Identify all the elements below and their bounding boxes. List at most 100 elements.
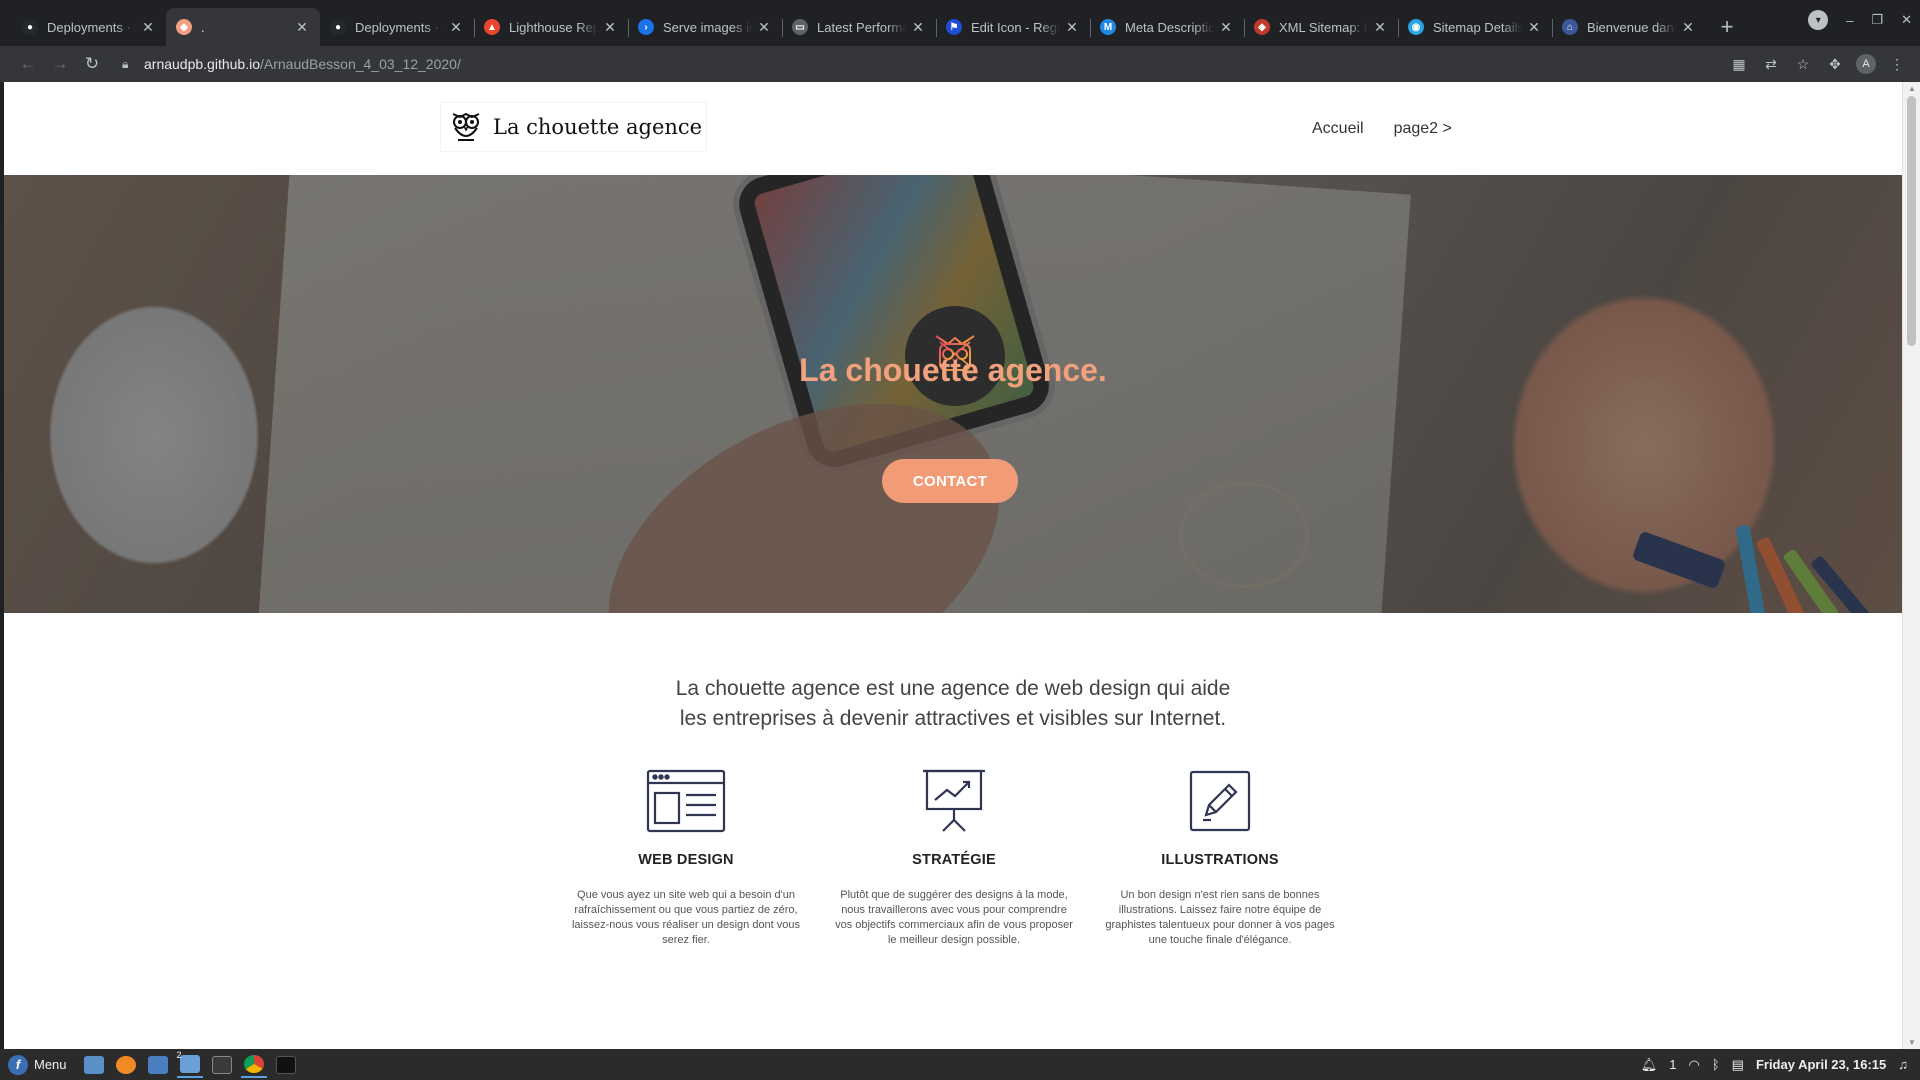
bookmark-star-icon[interactable]: ☆	[1792, 53, 1814, 75]
contact-button[interactable]: CONTACT	[882, 459, 1018, 503]
pencil-edit-icon	[1100, 768, 1340, 834]
qr-code-icon[interactable]: ▦	[1728, 53, 1750, 75]
chrome-launcher-icon[interactable]	[240, 1052, 267, 1078]
audio-icon[interactable]: ♫	[1898, 1057, 1908, 1072]
lighthouse-icon: ▲	[484, 19, 500, 35]
bluetooth-icon[interactable]: ᛒ	[1712, 1057, 1720, 1072]
close-tab-icon[interactable]: ✕	[756, 19, 772, 36]
show-desktop-icon[interactable]	[81, 1052, 107, 1078]
close-tab-icon[interactable]: ✕	[602, 19, 618, 36]
browser-menu-icon[interactable]: ⋮	[1886, 53, 1908, 75]
service-web-design: WEB DESIGN Que vous ayez un site web qui…	[566, 768, 806, 948]
m-icon: M	[1100, 19, 1116, 35]
browser-tab[interactable]: › Serve images in ✕	[628, 8, 782, 46]
profile-avatar[interactable]: A	[1856, 54, 1876, 74]
page-scrollbar[interactable]: ▲ ▼	[1902, 82, 1920, 1049]
browser-tab[interactable]: ● Deployments · A ✕	[12, 8, 166, 46]
tab-title: Lighthouse Rep	[509, 19, 598, 35]
new-tab-button[interactable]: +	[1710, 8, 1744, 46]
globe-icon: ◉	[1408, 19, 1424, 35]
tab-title: .	[201, 19, 205, 35]
browser-tab[interactable]: ▲ Lighthouse Rep ✕	[474, 8, 628, 46]
tab-title: Deployments · A	[47, 19, 136, 35]
logo-text: La chouette agence	[493, 115, 703, 139]
notification-count: 1	[1669, 1057, 1677, 1072]
browser-toolbar: ← → ↻ 🔒︎ arnaudpb.github.io/ArnaudBesson…	[0, 46, 1920, 82]
service-title: STRATÉGIE	[912, 852, 996, 868]
page-viewport: La chouette agence Accueil page2 > La ch…	[4, 82, 1902, 1049]
wifi-icon[interactable]: ◠	[1688, 1057, 1699, 1073]
lock-icon[interactable]: 🔒︎	[122, 57, 136, 72]
close-tab-icon[interactable]: ✕	[1372, 19, 1388, 36]
system-tray: 🔔︎ 1 ◠ ᛒ ▤ Friday April 23, 16:15 ♫	[1641, 1049, 1908, 1080]
clock[interactable]: Friday April 23, 16:15	[1756, 1057, 1886, 1072]
github-icon: ●	[22, 19, 38, 35]
browser-tab[interactable]: M Meta Descriptio ✕	[1090, 8, 1244, 46]
firefox-launcher-icon[interactable]	[113, 1052, 139, 1078]
tab-title: Latest Performa	[817, 19, 906, 35]
close-tab-icon[interactable]: ✕	[1526, 19, 1542, 36]
terminal-launcher-icon[interactable]	[209, 1052, 235, 1078]
close-tab-icon[interactable]: ✕	[140, 19, 156, 36]
os-taskbar: f Menu 2 🔔︎ 1 ◠ ᛒ ▤ Friday April 23, 16:…	[0, 1049, 1920, 1080]
browser-tab[interactable]: ◉ Sitemap Details ✕	[1398, 8, 1552, 46]
house-icon: ⌂	[1562, 19, 1578, 35]
tab-title: Bienvenue dans	[1587, 19, 1676, 35]
forward-button[interactable]: →	[44, 50, 76, 78]
browser-tab[interactable]: ◆. ✕	[166, 8, 320, 46]
intro-line-1: La chouette agence est une agence de web…	[675, 677, 1231, 700]
hero-banner: La chouette agence. CONTACT	[4, 175, 1902, 613]
close-tab-icon[interactable]: ✕	[448, 19, 464, 36]
nav-link-page2[interactable]: page2 >	[1394, 120, 1452, 138]
terminal-window-icon[interactable]	[273, 1052, 299, 1078]
mail-launcher-icon[interactable]	[145, 1052, 171, 1078]
service-description: Plutôt que de suggérer des designs à la …	[835, 889, 1073, 946]
webdev-icon: ›	[638, 19, 654, 35]
window-controls: ▾ – ❐ ✕	[1808, 10, 1912, 30]
service-description: Un bon design n'est rien sans de bonnes …	[1105, 889, 1335, 946]
close-tab-icon[interactable]: ✕	[294, 19, 310, 36]
translate-icon[interactable]: ⇄	[1760, 53, 1782, 75]
address-bar[interactable]: 🔒︎ arnaudpb.github.io/ArnaudBesson_4_03_…	[116, 50, 1728, 78]
site-logo[interactable]: La chouette agence	[440, 102, 708, 152]
scrollbar-thumb[interactable]	[1907, 96, 1916, 346]
close-tab-icon[interactable]: ✕	[1218, 19, 1234, 36]
url-host: arnaudpb.github.io	[144, 56, 260, 72]
scroll-up-arrow-icon[interactable]: ▲	[1908, 84, 1916, 93]
tab-search-icon[interactable]: ▾	[1808, 10, 1829, 30]
github-icon: ●	[330, 19, 346, 35]
browser-tab[interactable]: ● Deployments · A ✕	[320, 8, 474, 46]
back-button[interactable]: ←	[12, 50, 44, 78]
presentation-chart-icon	[834, 768, 1074, 834]
reload-button[interactable]: ↻	[76, 50, 108, 78]
hero-title: La chouette agence.	[799, 352, 1107, 388]
owl-favicon-icon: ◆	[176, 19, 192, 35]
service-illustrations: ILLUSTRATIONS Un bon design n'est rien s…	[1100, 768, 1340, 948]
extensions-puzzle-icon[interactable]: ✥	[1824, 53, 1846, 75]
tab-title: Serve images in	[663, 19, 752, 35]
close-tab-icon[interactable]: ✕	[1064, 19, 1080, 36]
browser-tab[interactable]: ⌂ Bienvenue dans ✕	[1552, 8, 1706, 46]
nav-link-accueil[interactable]: Accueil	[1312, 120, 1364, 138]
browser-tab[interactable]: ◈ XML Sitemap: th ✕	[1244, 8, 1398, 46]
restore-window-button[interactable]: ❐	[1871, 12, 1883, 28]
close-window-button[interactable]: ✕	[1901, 12, 1912, 28]
tab-title: XML Sitemap: th	[1279, 19, 1368, 35]
browser-tab[interactable]: ⚑ Edit Icon - Regul ✕	[936, 8, 1090, 46]
notification-bell-icon[interactable]: 🔔︎	[1641, 1057, 1658, 1073]
owl-logo-icon	[441, 102, 491, 152]
url-path: /ArnaudBesson_4_03_12_2020/	[260, 56, 461, 72]
service-title: WEB DESIGN	[638, 852, 734, 868]
close-tab-icon[interactable]: ✕	[1680, 19, 1696, 36]
clipboard-icon[interactable]: ▤	[1732, 1057, 1744, 1073]
close-tab-icon[interactable]: ✕	[910, 19, 926, 36]
intro-text: La chouette agence est une agence de web…	[4, 674, 1902, 734]
files-window-count: 2	[176, 1049, 182, 1060]
files-launcher-icon[interactable]: 2	[176, 1049, 203, 1078]
service-title: ILLUSTRATIONS	[1161, 852, 1279, 868]
browser-tab[interactable]: ▭ Latest Performa ✕	[782, 8, 936, 46]
start-menu-button[interactable]: f Menu	[0, 1049, 75, 1080]
site-header: La chouette agence Accueil page2 >	[4, 82, 1902, 175]
minimize-window-button[interactable]: –	[1846, 13, 1853, 28]
scroll-down-arrow-icon[interactable]: ▼	[1908, 1038, 1916, 1047]
